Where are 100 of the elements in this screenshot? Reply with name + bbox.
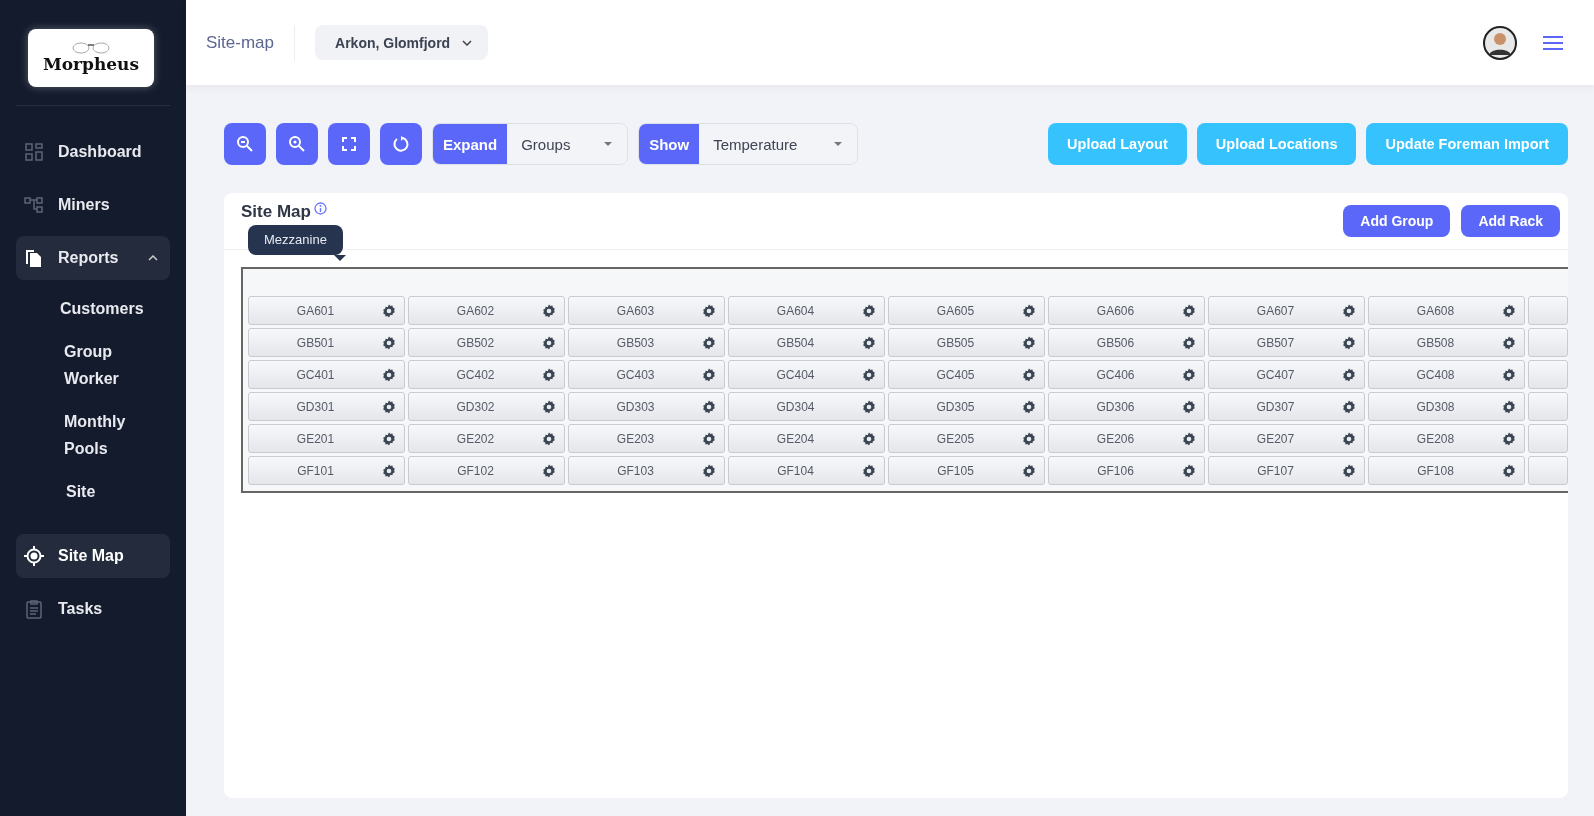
settings-icon[interactable]	[1022, 335, 1036, 350]
settings-icon[interactable]	[542, 367, 556, 382]
settings-icon[interactable]	[542, 399, 556, 414]
settings-icon[interactable]	[1502, 335, 1516, 350]
settings-icon[interactable]	[1182, 463, 1196, 478]
sidebar-subitem[interactable]: Monthly Pools	[64, 408, 154, 462]
rack-cell[interactable]: GA606	[1048, 296, 1205, 325]
settings-icon[interactable]	[1342, 335, 1356, 350]
settings-icon[interactable]	[382, 303, 396, 318]
settings-icon[interactable]	[1502, 367, 1516, 382]
rack-cell[interactable]: GF105	[888, 456, 1045, 485]
rack-cell[interactable]: GF101	[248, 456, 405, 485]
settings-icon[interactable]	[702, 463, 716, 478]
settings-icon[interactable]	[1022, 399, 1036, 414]
settings-icon[interactable]	[382, 367, 396, 382]
rack-cell[interactable]: GA603	[568, 296, 725, 325]
settings-icon[interactable]	[542, 431, 556, 446]
rack-cell[interactable]: GA601	[248, 296, 405, 325]
settings-icon[interactable]	[542, 463, 556, 478]
rack-cell[interactable]: GE205	[888, 424, 1045, 453]
rack-cell[interactable]: GE202	[408, 424, 565, 453]
settings-icon[interactable]	[1022, 367, 1036, 382]
rack-cell[interactable]	[1528, 360, 1568, 389]
settings-icon[interactable]	[1342, 367, 1356, 382]
rack-cell[interactable]: GC403	[568, 360, 725, 389]
settings-icon[interactable]	[702, 367, 716, 382]
settings-icon[interactable]	[1502, 303, 1516, 318]
settings-icon[interactable]	[1182, 367, 1196, 382]
info-icon[interactable]	[313, 202, 327, 215]
rack-cell[interactable]: GC406	[1048, 360, 1205, 389]
sidebar-item[interactable]: Reports	[16, 236, 170, 280]
reset-button[interactable]	[380, 123, 422, 165]
rack-cell[interactable]: GF108	[1368, 456, 1525, 485]
settings-icon[interactable]	[862, 399, 876, 414]
rack-cell[interactable]: GE201	[248, 424, 405, 453]
settings-icon[interactable]	[1182, 303, 1196, 318]
rack-cell[interactable]: GC407	[1208, 360, 1365, 389]
rack-cell[interactable]: GB506	[1048, 328, 1205, 357]
rack-cell[interactable]: GC401	[248, 360, 405, 389]
settings-icon[interactable]	[1022, 303, 1036, 318]
rack-cell[interactable]: GB507	[1208, 328, 1365, 357]
menu-icon[interactable]	[1542, 34, 1564, 51]
rack-cell[interactable]: GA604	[728, 296, 885, 325]
rack-cell[interactable]: GA602	[408, 296, 565, 325]
rack-cell[interactable]: GB504	[728, 328, 885, 357]
settings-icon[interactable]	[542, 303, 556, 318]
sidebar-item[interactable]: Dashboard	[16, 130, 170, 174]
settings-icon[interactable]	[702, 399, 716, 414]
site-select[interactable]: Arkon, Glomfjord	[315, 25, 489, 60]
sidebar-item[interactable]: Site Map	[16, 534, 170, 578]
settings-icon[interactable]	[862, 335, 876, 350]
zoom-out-button[interactable]	[224, 123, 266, 165]
rack-cell[interactable]: GE206	[1048, 424, 1205, 453]
settings-icon[interactable]	[702, 335, 716, 350]
rack-cell[interactable]: GD308	[1368, 392, 1525, 421]
settings-icon[interactable]	[1022, 431, 1036, 446]
zoom-in-button[interactable]	[276, 123, 318, 165]
rack-cell[interactable]: GA607	[1208, 296, 1365, 325]
rack-cell[interactable]: GF103	[568, 456, 725, 485]
rack-cell[interactable]	[1528, 296, 1568, 325]
rack-cell[interactable]: GD305	[888, 392, 1045, 421]
settings-icon[interactable]	[862, 303, 876, 318]
settings-icon[interactable]	[382, 431, 396, 446]
rack-cell[interactable]: GB505	[888, 328, 1045, 357]
rack-cell[interactable]: GD306	[1048, 392, 1205, 421]
rack-cell[interactable]: GC404	[728, 360, 885, 389]
rack-cell[interactable]: GB508	[1368, 328, 1525, 357]
breadcrumb[interactable]: Site-map	[206, 32, 275, 53]
rack-cell[interactable]: GF107	[1208, 456, 1365, 485]
add-button[interactable]: Add Rack	[1461, 205, 1560, 237]
settings-icon[interactable]	[702, 431, 716, 446]
rack-cell[interactable]: GC408	[1368, 360, 1525, 389]
settings-icon[interactable]	[1342, 463, 1356, 478]
rack-cell[interactable]	[1528, 456, 1568, 485]
settings-icon[interactable]	[1502, 431, 1516, 446]
rack-cell[interactable]: GF106	[1048, 456, 1205, 485]
rack-cell[interactable]	[1528, 392, 1568, 421]
rack-cell[interactable]: GA605	[888, 296, 1045, 325]
sidebar-subitem[interactable]: Group Worker	[64, 338, 154, 392]
rack-cell[interactable]: GE203	[568, 424, 725, 453]
sidebar-item[interactable]: Tasks	[16, 587, 170, 631]
rack-cell[interactable]: GD307	[1208, 392, 1365, 421]
settings-icon[interactable]	[1182, 399, 1196, 414]
settings-icon[interactable]	[1022, 463, 1036, 478]
settings-icon[interactable]	[1502, 399, 1516, 414]
settings-icon[interactable]	[542, 335, 556, 350]
rack-cell[interactable]: GE204	[728, 424, 885, 453]
settings-icon[interactable]	[1182, 335, 1196, 350]
settings-icon[interactable]	[862, 367, 876, 382]
add-button[interactable]: Add Group	[1343, 205, 1451, 237]
settings-icon[interactable]	[1342, 399, 1356, 414]
rack-cell[interactable]: GB502	[408, 328, 565, 357]
settings-icon[interactable]	[862, 431, 876, 446]
settings-icon[interactable]	[382, 399, 396, 414]
fit-screen-button[interactable]	[328, 123, 370, 165]
sidebar-subitem[interactable]: Customers	[60, 295, 150, 322]
settings-icon[interactable]	[862, 463, 876, 478]
sidebar-subitem[interactable]: Site	[66, 478, 156, 505]
rack-cell[interactable]: GD302	[408, 392, 565, 421]
rack-cell[interactable]: GB503	[568, 328, 725, 357]
